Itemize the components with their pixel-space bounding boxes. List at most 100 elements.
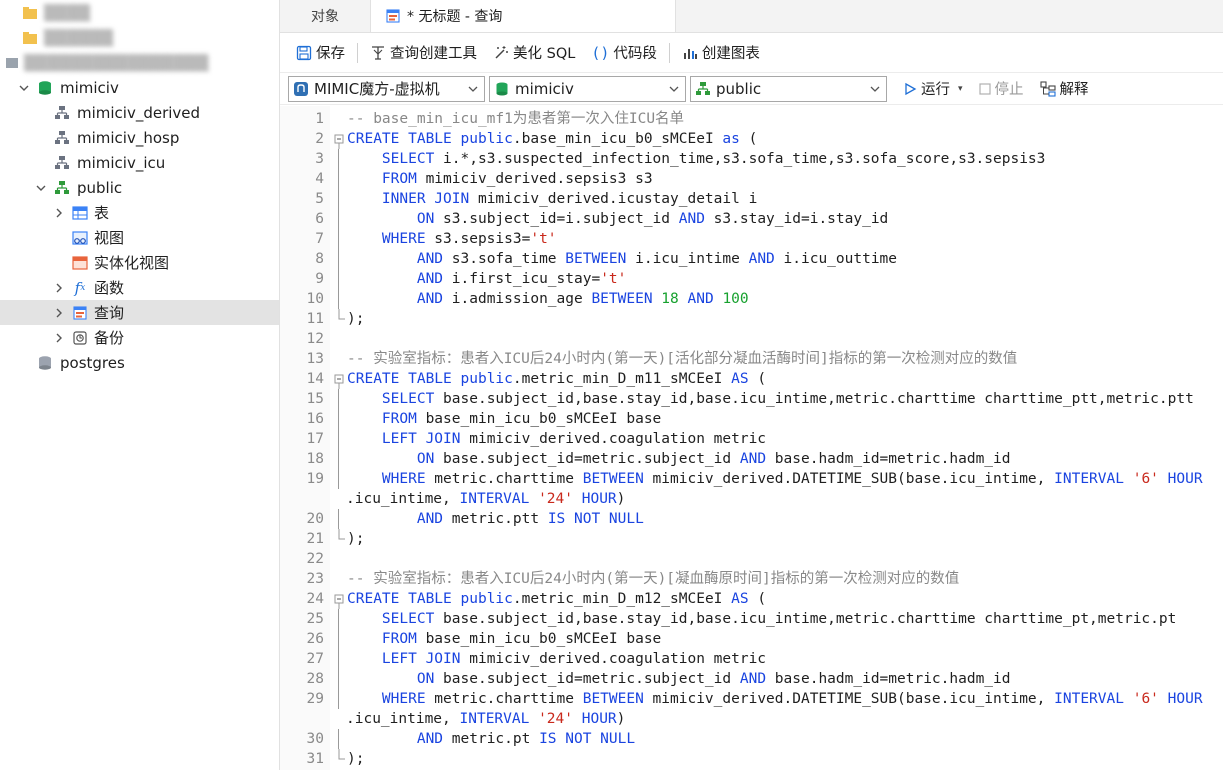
code-line-wrap[interactable]: .icu_intime, INTERVAL '24' HOUR): [280, 709, 1223, 729]
code-token: INTERVAL: [1054, 471, 1124, 487]
code-line[interactable]: 18 ON base.subject_id=metric.subject_id …: [280, 449, 1223, 469]
code-line[interactable]: 13 -- 实验室指标：患者入ICU后24小时内(第一天)[活化部分凝血活酶时间]…: [280, 349, 1223, 369]
code-line[interactable]: 11);: [280, 309, 1223, 329]
code-line[interactable]: 22: [280, 549, 1223, 569]
tree-item-postgres[interactable]: postgres: [0, 350, 279, 375]
query-builder-button[interactable]: 查询创建工具: [362, 39, 485, 67]
code-line[interactable]: 30 AND metric.pt IS NOT NULL: [280, 729, 1223, 749]
tree-item-functions[interactable]: fx 函数: [0, 275, 279, 300]
tree-item-blurred[interactable]: ▒▒▒▒▒▒: [0, 25, 279, 50]
code-token: INTERVAL: [459, 491, 530, 507]
tree-item-label: 视图: [94, 229, 125, 247]
code-snippet-button[interactable]: () 代码段: [583, 39, 665, 67]
code-line[interactable]: 6 ON s3.subject_id=i.subject_id AND s3.s…: [280, 209, 1223, 229]
chevron-down-icon[interactable]: [33, 180, 49, 196]
code-line[interactable]: 17 LEFT JOIN mimiciv_derived.coagulation…: [280, 429, 1223, 449]
stop-button[interactable]: 停止: [973, 76, 1030, 102]
beautify-sql-button[interactable]: 美化 SQL: [485, 39, 583, 67]
code-line[interactable]: 21);: [280, 529, 1223, 549]
run-button[interactable]: 运行 ▾: [897, 76, 969, 102]
schema-select[interactable]: public: [690, 75, 887, 102]
fold-start-icon[interactable]: [332, 129, 346, 149]
code-line[interactable]: 19 WHERE metric.charttime BETWEEN mimici…: [280, 469, 1223, 489]
code-line[interactable]: 28 ON base.subject_id=metric.subject_id …: [280, 669, 1223, 689]
code-line[interactable]: 1 -- base_min_icu_mf1为患者第一次入住ICU名单: [280, 109, 1223, 129]
code-line[interactable]: 7 WHERE s3.sepsis3='t': [280, 229, 1223, 249]
line-number: 19: [306, 471, 324, 487]
tab-objects[interactable]: 对象: [280, 0, 370, 32]
code-line[interactable]: 24 CREATE TABLE public.metric_min_D_m12_s…: [280, 589, 1223, 609]
line-number: 17: [306, 431, 324, 447]
chevron-right-icon[interactable]: [51, 280, 67, 296]
chevron-down-icon: [669, 86, 679, 92]
sql-editor[interactable]: 1 -- base_min_icu_mf1为患者第一次入住ICU名单 2 CREATE…: [280, 106, 1223, 770]
explain-button[interactable]: 解释: [1034, 76, 1095, 102]
code-line-wrap[interactable]: .icu_intime, INTERVAL '24' HOUR): [280, 489, 1223, 509]
tree-item-mimiciv-hosp[interactable]: mimiciv_hosp: [0, 125, 279, 150]
tree-item-blurred[interactable]: ▒▒▒▒: [0, 0, 279, 25]
query-builder-label: 查询创建工具: [390, 46, 477, 62]
line-number: 20: [306, 511, 324, 527]
tree-item-materialized-views[interactable]: 实体化视图: [0, 250, 279, 275]
chevron-right-icon[interactable]: [51, 330, 67, 346]
tree-item-public[interactable]: public: [0, 175, 279, 200]
code-line[interactable]: 15 SELECT base.subject_id,base.stay_id,b…: [280, 389, 1223, 409]
tree-item-queries[interactable]: 查询: [0, 300, 279, 325]
code-token: FROM: [381, 411, 417, 427]
explain-icon: [1039, 80, 1056, 97]
code-token: BETWEEN: [565, 251, 627, 267]
create-chart-button[interactable]: 创建图表: [674, 39, 768, 67]
code-line[interactable]: 3 SELECT i.*,s3.suspected_infection_time…: [280, 149, 1223, 169]
code-line[interactable]: 27 LEFT JOIN mimiciv_derived.coagulation…: [280, 649, 1223, 669]
code-line[interactable]: 14 CREATE TABLE public.metric_min_D_m11_s…: [280, 369, 1223, 389]
tree-item-tables[interactable]: 表: [0, 200, 279, 225]
chevron-down-icon[interactable]: [16, 80, 32, 96]
create-chart-label: 创建图表: [701, 46, 760, 62]
tab-untitled-query[interactable]: * 无标题 - 查询: [370, 0, 676, 32]
code-token: (: [748, 371, 767, 387]
code-line[interactable]: 26 FROM base_min_icu_b0_sMCEeI base: [280, 629, 1223, 649]
code-token: AND: [687, 291, 714, 307]
tree-item-blurred[interactable]: ▒▒▒▒▒▒▒▒▒▒▒▒▒▒▒▒: [0, 50, 279, 75]
code-line[interactable]: 5 INNER JOIN mimiciv_derived.icustay_det…: [280, 189, 1223, 209]
code-text: );: [347, 529, 364, 549]
code-line[interactable]: 4 FROM mimiciv_derived.sepsis3 s3: [280, 169, 1223, 189]
code-token: 't': [600, 271, 627, 287]
code-token: SELECT: [381, 611, 435, 627]
chevron-right-icon[interactable]: [51, 205, 67, 221]
query-toolbar: 保存 查询创建工具 美化 SQL () 代码段 创建图表: [280, 33, 1223, 73]
code-line[interactable]: 25 SELECT base.subject_id,base.stay_id,b…: [280, 609, 1223, 629]
fold-start-icon[interactable]: [332, 369, 346, 389]
tree-item-mimiciv-derived[interactable]: mimiciv_derived: [0, 100, 279, 125]
code-line[interactable]: 23 -- 实验室指标：患者入ICU后24小时内(第一天)[凝血酶原时间]指标的第…: [280, 569, 1223, 589]
database-select[interactable]: mimiciv: [489, 75, 686, 102]
line-number: 16: [306, 411, 324, 427]
save-button[interactable]: 保存: [288, 39, 353, 67]
code-line[interactable]: 20 AND metric.ptt IS NOT NULL: [280, 509, 1223, 529]
code-line[interactable]: 12: [280, 329, 1223, 349]
code-line[interactable]: 10 AND i.admission_age BETWEEN 18 AND 10…: [280, 289, 1223, 309]
code-line[interactable]: 31);: [280, 749, 1223, 769]
code-token: -- 实验室指标：患者入ICU后24小时内(第一天)[活化部分凝血活酶时间]指标…: [347, 351, 1018, 367]
line-number: 8: [315, 251, 324, 267]
bar-chart-icon: [682, 45, 698, 61]
tree-item-mimiciv[interactable]: mimiciv: [0, 75, 279, 100]
tree-item-views[interactable]: 视图: [0, 225, 279, 250]
connection-select[interactable]: MIMIC魔方-虚拟机: [288, 75, 485, 102]
code-line[interactable]: 2 CREATE TABLE public.base_min_icu_b0_sMC…: [280, 129, 1223, 149]
chevron-right-icon[interactable]: [51, 305, 67, 321]
fold-start-icon[interactable]: [332, 589, 346, 609]
code-line[interactable]: 16 FROM base_min_icu_b0_sMCEeI base: [280, 409, 1223, 429]
tree-item-mimiciv-icu[interactable]: mimiciv_icu: [0, 150, 279, 175]
code-line[interactable]: 8 AND s3.sofa_time BETWEEN i.icu_intime …: [280, 249, 1223, 269]
code-line[interactable]: 9 AND i.first_icu_stay='t': [280, 269, 1223, 289]
code-line[interactable]: 29 WHERE metric.charttime BETWEEN mimici…: [280, 689, 1223, 709]
run-dropdown-icon[interactable]: ▾: [958, 84, 963, 94]
code-token: FROM: [381, 631, 417, 647]
tree-item-backups[interactable]: 备份: [0, 325, 279, 350]
line-number: 12: [306, 331, 324, 347]
code-text: -- 实验室指标：患者入ICU后24小时内(第一天)[凝血酶原时间]指标的第一次…: [347, 569, 959, 589]
